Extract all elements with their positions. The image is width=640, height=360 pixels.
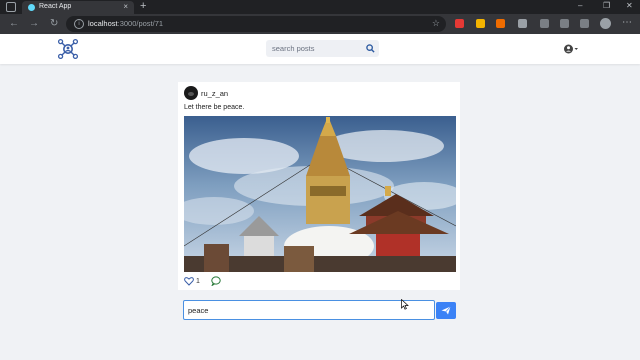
app-logo-icon[interactable] [57,38,79,60]
tab-close-button[interactable]: × [123,2,128,11]
send-icon [441,306,451,315]
heart-icon[interactable] [184,276,194,286]
send-button[interactable] [436,302,456,319]
app-header [0,34,640,64]
forward-button[interactable]: → [29,18,39,30]
back-button[interactable]: ← [9,18,19,30]
comment-box [183,300,435,320]
extension-shield-icon[interactable] [455,19,464,28]
tab-title: React App [39,3,72,10]
search-bar [266,40,379,57]
restore-button[interactable]: ❐ [603,1,610,10]
extensions-icon[interactable] [518,19,527,28]
profile-avatar[interactable] [600,18,611,29]
post-image [184,116,456,272]
url-host: localhost [88,19,118,28]
post-caption: Let there be peace. [184,104,245,111]
extension-puzzle-icon[interactable] [476,19,485,28]
browser-menu-button[interactable]: ⋯ [622,17,632,28]
post-username[interactable]: ru_z_an [201,89,228,98]
star-icon[interactable]: ☆ [432,18,440,29]
url-text[interactable]: localhost:3000/post/71 [88,19,163,28]
address-bar[interactable]: i localhost:3000/post/71 ☆ [66,16,446,32]
info-icon[interactable]: i [74,19,84,29]
window-close-button[interactable]: ✕ [626,1,633,10]
avatar[interactable] [184,86,198,100]
browser-toolbar: ← → ↻ i localhost:3000/post/71 ☆ ⋯ [0,14,640,34]
new-tab-button[interactable]: + [140,0,146,12]
minimize-button[interactable]: – [578,1,582,10]
like-count: 1 [196,278,200,285]
comment-input[interactable] [184,301,432,319]
mouse-cursor-icon [401,299,409,310]
search-input[interactable] [266,40,361,57]
browser-tab-bar: React App × + – ❐ ✕ [0,0,640,14]
url-path: :3000/post/71 [117,19,164,28]
post-card: ru_z_an Let there be peace. 1 [178,82,460,290]
browser-tab[interactable]: React App × [22,1,134,14]
download-icon[interactable] [580,19,589,28]
user-icon[interactable] [563,43,579,55]
search-icon[interactable] [366,44,375,53]
react-favicon-icon [28,4,35,11]
extension-brave-icon[interactable] [496,19,505,28]
split-screen-icon[interactable] [540,19,549,28]
tab-menu-icon[interactable] [6,2,16,12]
collections-icon[interactable] [560,19,569,28]
comment-icon[interactable] [211,276,221,286]
reload-button[interactable]: ↻ [50,18,58,30]
